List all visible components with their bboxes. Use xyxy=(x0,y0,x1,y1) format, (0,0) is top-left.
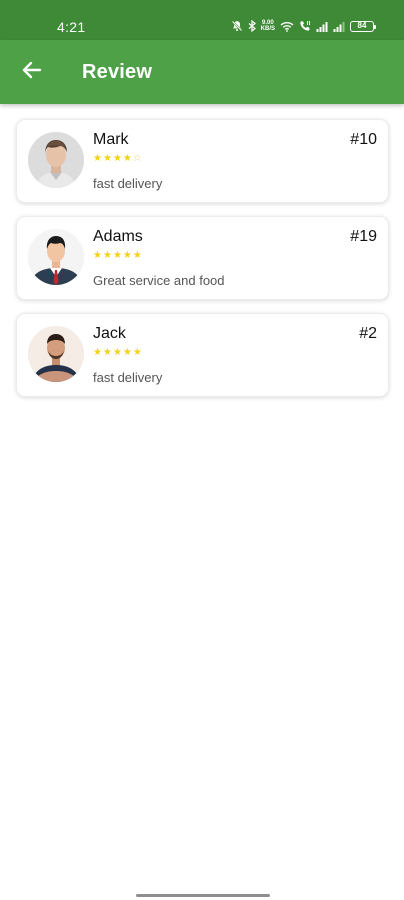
avatar xyxy=(28,326,84,382)
reviewer-name: Adams xyxy=(93,228,143,245)
review-text: Great service and food xyxy=(93,273,225,288)
star-rating: ★ ★ ★ ★ ★ xyxy=(93,251,142,261)
signal-icon xyxy=(316,21,328,32)
star-icon: ★ xyxy=(112,250,122,261)
review-card[interactable]: Jack #2 ★ ★ ★ ★ ★ fast delivery xyxy=(16,313,389,397)
star-icon: ★ xyxy=(122,250,132,261)
app-bar: Review xyxy=(0,40,404,104)
avatar xyxy=(28,132,84,188)
order-number: #19 xyxy=(350,228,377,245)
page-title: Review xyxy=(82,61,153,83)
star-icon: ★ xyxy=(93,250,102,261)
reviewer-name: Jack xyxy=(93,325,126,342)
arrow-left-icon xyxy=(22,61,42,84)
star-icon: ★ xyxy=(122,347,132,358)
call-icon xyxy=(299,20,311,32)
star-icon: ★ xyxy=(102,153,112,164)
star-rating: ★ ★ ★ ★ ☆ xyxy=(93,154,142,164)
star-icon: ★ xyxy=(122,153,132,164)
review-card[interactable]: Adams #19 ★ ★ ★ ★ ★ Great service and fo… xyxy=(16,216,389,300)
status-time: 4:21 xyxy=(57,19,86,35)
mute-bell-icon xyxy=(231,20,243,32)
network-speed: 9.00 KB/S xyxy=(261,20,275,32)
star-icon: ★ xyxy=(112,347,122,358)
review-text: fast delivery xyxy=(93,370,163,385)
review-text: fast delivery xyxy=(93,176,163,191)
star-icon: ★ xyxy=(102,347,112,358)
star-icon: ★ xyxy=(132,347,142,358)
order-number: #10 xyxy=(350,131,377,148)
star-rating: ★ ★ ★ ★ ★ xyxy=(93,348,142,358)
battery-level: 84 xyxy=(357,21,367,30)
back-button[interactable] xyxy=(16,56,48,88)
status-icons: 9.00 KB/S 84 xyxy=(231,16,376,36)
review-card[interactable]: Mark #10 ★ ★ ★ ★ ☆ fast delivery xyxy=(16,119,389,203)
signal-icon-2 xyxy=(333,21,345,32)
star-icon: ★ xyxy=(102,250,112,261)
network-speed-unit: KB/S xyxy=(260,26,275,32)
star-icon: ★ xyxy=(132,250,142,261)
order-number: #2 xyxy=(359,325,377,342)
star-outline-icon: ☆ xyxy=(132,153,142,164)
star-icon: ★ xyxy=(112,153,122,164)
star-icon: ★ xyxy=(93,347,102,358)
wifi-icon xyxy=(280,21,294,32)
avatar xyxy=(28,229,84,285)
battery-icon: 84 xyxy=(350,20,376,32)
status-bar: 4:21 9.00 KB/S 84 xyxy=(0,0,404,40)
home-indicator[interactable] xyxy=(136,894,270,897)
star-icon: ★ xyxy=(93,153,102,164)
bluetooth-icon xyxy=(248,20,256,32)
reviewer-name: Mark xyxy=(93,131,129,148)
review-list: Mark #10 ★ ★ ★ ★ ☆ fast delivery Adams #… xyxy=(16,119,389,410)
